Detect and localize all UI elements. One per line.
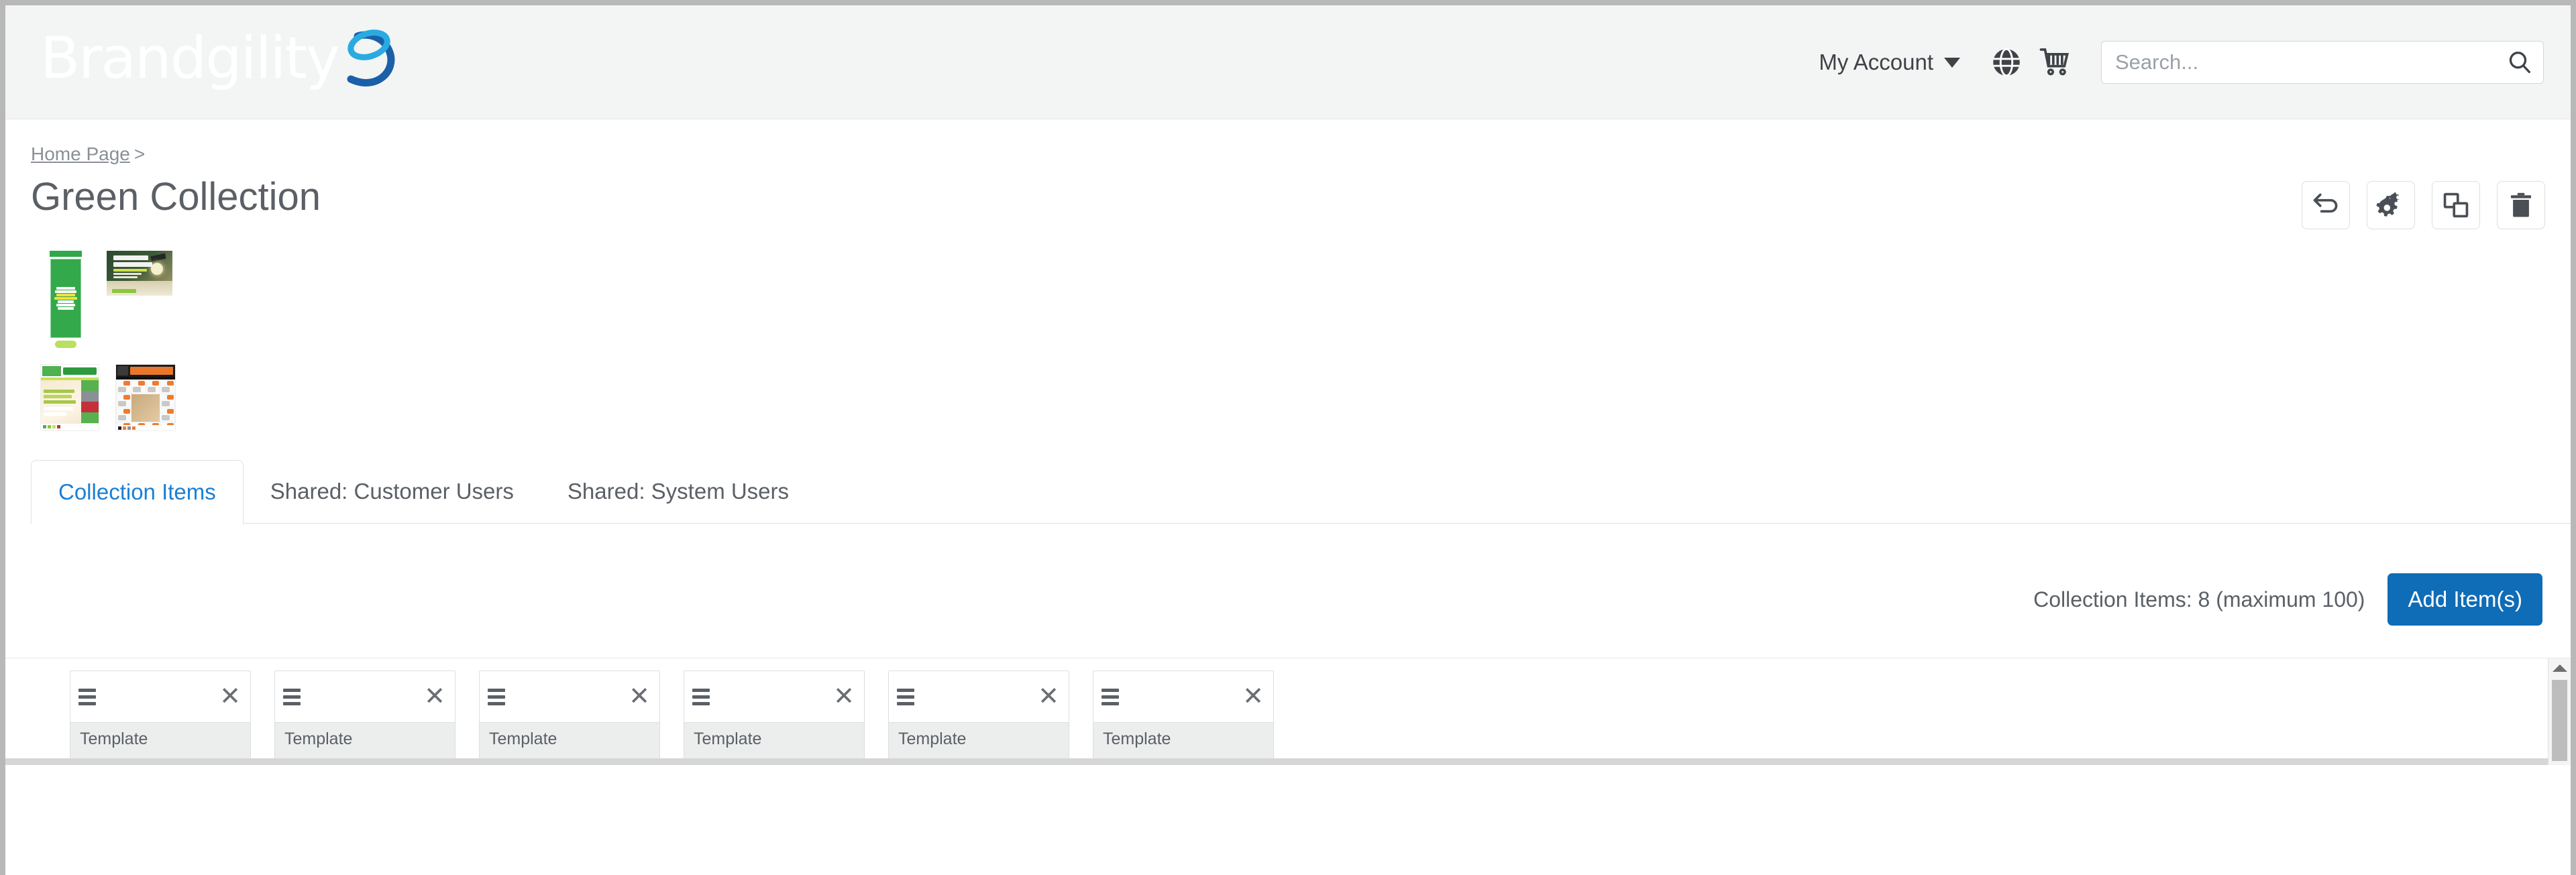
thumbnail-spring-banner[interactable] bbox=[40, 251, 91, 355]
collection-item-card[interactable]: ✕ Template bbox=[888, 670, 1069, 759]
card-type-label: Template bbox=[480, 722, 659, 758]
thumbnail-coretex-catalog[interactable] bbox=[115, 364, 176, 431]
settings-button[interactable] bbox=[2367, 181, 2415, 229]
breadcrumb-item-home-page[interactable]: Home Page bbox=[31, 143, 130, 164]
tab-label: Collection Items bbox=[58, 479, 216, 504]
collection-thumbnail-grid bbox=[40, 251, 282, 431]
close-icon[interactable]: ✕ bbox=[1242, 684, 1264, 709]
card-header: ✕ bbox=[684, 671, 864, 722]
thumbnail-row bbox=[40, 251, 282, 355]
card-header: ✕ bbox=[275, 671, 455, 722]
lightbulb-shape bbox=[151, 263, 163, 275]
close-icon[interactable]: ✕ bbox=[629, 684, 650, 709]
open-book-shape bbox=[107, 281, 172, 296]
search-box bbox=[2101, 41, 2544, 84]
tab-shared-system-users[interactable]: Shared: System Users bbox=[541, 459, 816, 524]
breadcrumb: Home Page > bbox=[5, 119, 2571, 165]
card-type-label: Template bbox=[889, 722, 1069, 758]
globe-icon[interactable] bbox=[1987, 43, 2026, 82]
close-icon[interactable]: ✕ bbox=[833, 684, 855, 709]
title-row: Green Collection bbox=[5, 165, 2571, 229]
brand-logo[interactable]: Brandgility bbox=[40, 24, 395, 92]
delete-button[interactable] bbox=[2497, 181, 2545, 229]
scrollbar-thumb[interactable] bbox=[2552, 680, 2567, 761]
header-actions: My Account bbox=[1819, 5, 2544, 119]
close-icon[interactable]: ✕ bbox=[219, 684, 241, 709]
chevron-down-icon bbox=[1944, 57, 1960, 68]
card-type-label: Template bbox=[275, 722, 455, 758]
add-items-button[interactable]: Add Item(s) bbox=[2387, 573, 2542, 626]
card-header: ✕ bbox=[1093, 671, 1273, 722]
page-body: Home Page > Green Collection Collection … bbox=[5, 119, 2571, 765]
site-header: Brandgility My Account bbox=[5, 5, 2571, 119]
thumbnail-row bbox=[40, 364, 282, 431]
banner-body bbox=[50, 259, 81, 338]
graduation-cap-shape bbox=[150, 253, 166, 262]
collection-item-card[interactable]: ✕ Template bbox=[479, 670, 660, 759]
tab-label: Shared: Customer Users bbox=[270, 479, 514, 504]
horizontal-scrollbar[interactable] bbox=[5, 758, 2548, 765]
drag-handle-icon[interactable] bbox=[283, 688, 301, 705]
my-account-label: My Account bbox=[1819, 50, 1933, 74]
items-toolbar: Collection Items: 8 (maximum 100) Add It… bbox=[5, 524, 2571, 626]
tab-collection-items[interactable]: Collection Items bbox=[31, 460, 244, 524]
collection-items-scroll-area: ✕ Template ✕ Template ✕ Template ✕ Templ… bbox=[5, 658, 2571, 765]
drag-handle-icon[interactable] bbox=[897, 688, 914, 705]
chevron-up-icon[interactable] bbox=[2552, 664, 2567, 672]
shopping-cart-icon[interactable] bbox=[2035, 43, 2074, 82]
application-window: Brandgility My Account Search... Home Pa… bbox=[5, 5, 2571, 875]
drag-handle-icon[interactable] bbox=[1102, 688, 1119, 705]
brand-swirl-icon bbox=[337, 27, 395, 92]
action-bar bbox=[2302, 176, 2545, 229]
back-button[interactable] bbox=[2302, 181, 2350, 229]
card-type-label: Template bbox=[1093, 722, 1273, 758]
collection-item-card[interactable]: ✕ Template bbox=[1093, 670, 1274, 759]
duplicate-button[interactable] bbox=[2432, 181, 2480, 229]
thumbnail-goodacres-flyer[interactable] bbox=[40, 364, 99, 431]
advert-logo bbox=[112, 289, 136, 293]
drag-handle-icon[interactable] bbox=[692, 688, 710, 705]
collection-item-card[interactable]: ✕ Template bbox=[274, 670, 455, 759]
collection-item-card[interactable]: ✕ Template bbox=[684, 670, 865, 759]
collection-items-count: Collection Items: 8 (maximum 100) bbox=[2033, 587, 2365, 611]
banner-logo-bar bbox=[49, 251, 82, 257]
breadcrumb-separator: > bbox=[133, 143, 146, 164]
banner-footer-pill bbox=[54, 341, 76, 348]
brand-wordmark: Brandgility bbox=[40, 24, 340, 92]
drag-handle-icon[interactable] bbox=[78, 688, 96, 705]
thumbnail-special-discount[interactable] bbox=[107, 251, 172, 296]
search-input[interactable] bbox=[2101, 41, 2544, 84]
close-icon[interactable]: ✕ bbox=[424, 684, 445, 709]
my-account-menu[interactable]: My Account bbox=[1819, 50, 1960, 75]
search-icon[interactable] bbox=[2505, 48, 2534, 77]
page-title: Green Collection bbox=[31, 175, 321, 219]
tab-bar: Collection Items Shared: Customer Users … bbox=[5, 458, 2571, 524]
close-icon[interactable]: ✕ bbox=[1038, 684, 1059, 709]
tab-label: Shared: System Users bbox=[567, 479, 790, 504]
card-header: ✕ bbox=[889, 671, 1069, 722]
collection-item-card[interactable]: ✕ Template bbox=[70, 670, 251, 759]
tab-shared-customer-users[interactable]: Shared: Customer Users bbox=[244, 459, 541, 524]
card-header: ✕ bbox=[480, 671, 659, 722]
card-type-label: Template bbox=[70, 722, 250, 758]
card-header: ✕ bbox=[70, 671, 250, 722]
collection-items-list: ✕ Template ✕ Template ✕ Template ✕ Templ… bbox=[5, 658, 2571, 759]
vertical-scrollbar[interactable] bbox=[2548, 658, 2571, 765]
drag-handle-icon[interactable] bbox=[488, 688, 505, 705]
card-type-label: Template bbox=[684, 722, 864, 758]
